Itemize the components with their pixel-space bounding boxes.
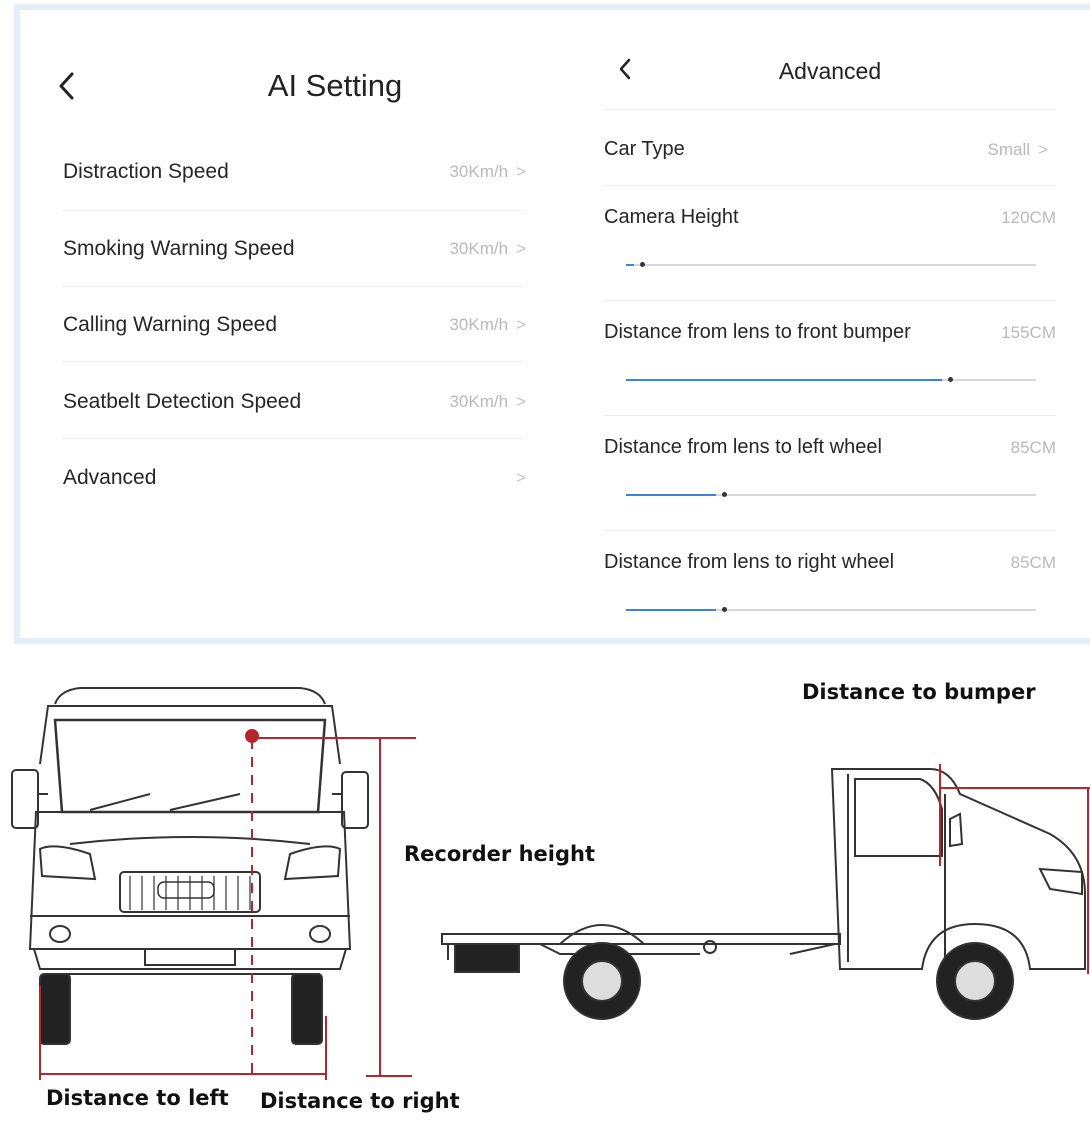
distance-bumper-label: Distance to bumper	[802, 680, 1036, 704]
setting-label: Seatbelt Detection Speed	[63, 390, 302, 413]
chevron-left-icon	[59, 72, 74, 100]
distance-left-label: Distance to left	[46, 1086, 229, 1110]
installation-diagram: Recorder height Distance to left Distanc…	[0, 644, 1090, 1137]
slider-fill	[626, 264, 634, 266]
back-button[interactable]	[58, 72, 76, 100]
setting-value: 30Km/h >	[449, 239, 526, 258]
setting-label: Car Type	[604, 138, 685, 160]
slider-thumb[interactable]	[640, 262, 645, 267]
advanced-panel: Advanced Car Type Small > Camera Height 1…	[590, 10, 1090, 638]
chevron-right-icon: >	[516, 239, 526, 258]
divider	[604, 300, 1056, 301]
setting-value: 30Km/h >	[449, 315, 526, 334]
setting-label: Calling Warning Speed	[63, 313, 278, 336]
slider-value: 85CM	[1010, 553, 1056, 572]
page-title: Advanced	[778, 58, 882, 84]
slider-label: Distance from lens to front bumper	[604, 321, 911, 343]
back-button[interactable]	[618, 58, 632, 80]
distance-right-label: Distance to right	[260, 1089, 460, 1113]
divider	[604, 415, 1056, 416]
setting-value: Small >	[987, 140, 1048, 159]
setting-value: >	[508, 468, 526, 488]
slider-value: 120CM	[1001, 208, 1056, 227]
slider-thumb[interactable]	[948, 377, 953, 382]
chevron-right-icon: >	[516, 162, 526, 181]
camera-height-slider[interactable]	[626, 262, 1036, 267]
chevron-left-icon	[619, 58, 631, 80]
settings-screenshot: AI Setting Distraction Speed 30Km/h > Smo…	[14, 4, 1090, 644]
slider-thumb[interactable]	[722, 492, 727, 497]
setting-label: Smoking Warning Speed	[63, 237, 295, 260]
divider	[63, 438, 523, 439]
divider	[63, 286, 523, 287]
right-wheel-slider[interactable]	[626, 607, 1036, 612]
setting-label: Distraction Speed	[63, 160, 229, 183]
slider-value: 155CM	[1001, 323, 1056, 342]
chevron-right-icon: >	[1038, 140, 1048, 159]
setting-value: 30Km/h >	[449, 392, 526, 411]
slider-label: Distance from lens to left wheel	[604, 436, 882, 458]
slider-fill	[626, 609, 716, 611]
ai-setting-panel: AI Setting Distraction Speed 30Km/h > Smo…	[20, 10, 560, 638]
divider	[604, 530, 1056, 531]
setting-value: 30Km/h >	[449, 162, 526, 181]
divider	[604, 109, 1056, 110]
divider	[63, 210, 523, 211]
divider	[63, 361, 523, 362]
divider	[604, 185, 1056, 186]
page-title: AI Setting	[267, 68, 403, 103]
slider-fill	[626, 379, 942, 381]
chevron-right-icon: >	[516, 468, 526, 487]
slider-value: 85CM	[1010, 438, 1056, 457]
slider-label: Camera Height	[604, 206, 739, 228]
vehicle-illustration	[11, 687, 1090, 1080]
slider-thumb[interactable]	[722, 607, 727, 612]
setting-label: Advanced	[63, 466, 157, 489]
camera-marker-icon	[245, 729, 259, 743]
recorder-height-label: Recorder height	[404, 842, 595, 866]
chevron-right-icon: >	[516, 315, 526, 334]
front-bumper-slider[interactable]	[626, 377, 1036, 382]
slider-label: Distance from lens to right wheel	[604, 551, 895, 573]
left-wheel-slider[interactable]	[626, 492, 1036, 497]
slider-fill	[626, 494, 716, 496]
chevron-right-icon: >	[516, 392, 526, 411]
